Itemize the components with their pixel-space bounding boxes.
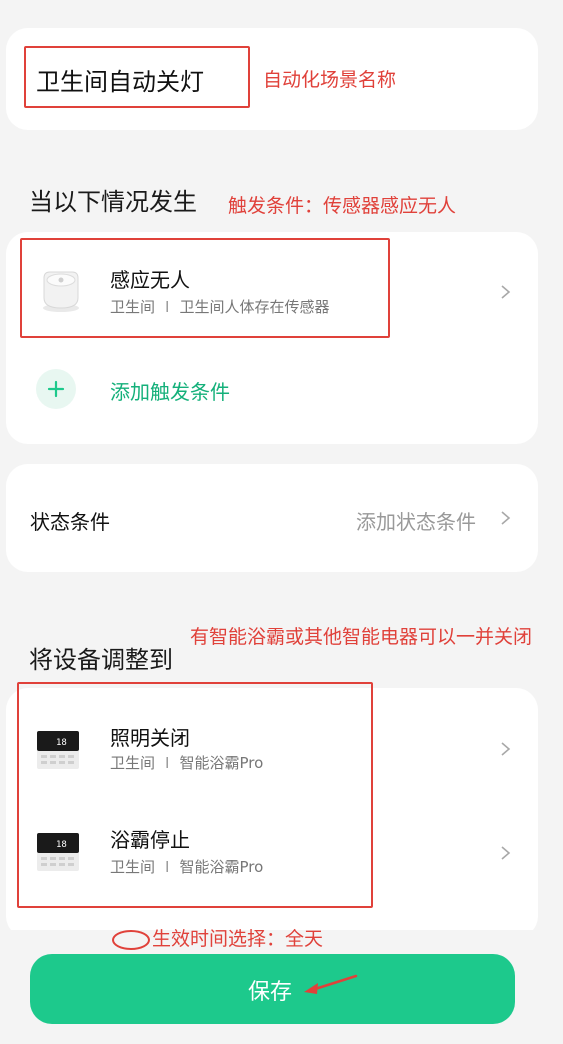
plus-icon (36, 369, 76, 409)
chevron-right-icon (498, 846, 512, 860)
annotation-effective-time: 生效时间选择：全天 (152, 928, 324, 950)
annotation-box-trigger-item (20, 238, 390, 338)
annotation-scene-name: 自动化场景名称 (263, 69, 397, 91)
save-button-label: 保存 (248, 980, 293, 1005)
add-status-condition-label: 添加状态条件 (356, 510, 476, 534)
add-trigger-label: 添加触发条件 (110, 380, 230, 404)
annotation-box-scene-name (24, 46, 250, 108)
annotation-circle (112, 930, 150, 950)
chevron-right-icon (498, 742, 512, 756)
save-button[interactable]: 保存 (30, 954, 515, 1024)
annotation-arrow-icon (300, 972, 360, 998)
chevron-right-icon (498, 285, 512, 299)
actions-section-title: 将设备调整到 (29, 646, 173, 674)
add-trigger-button[interactable]: 添加触发条件 (36, 366, 296, 412)
status-conditions-label: 状态条件 (30, 510, 110, 534)
annotation-trigger: 触发条件：传感器感应无人 (228, 195, 457, 217)
annotation-box-actions (17, 682, 373, 908)
chevron-right-icon (498, 511, 512, 525)
status-conditions-card[interactable]: 状态条件 添加状态条件 (6, 464, 538, 572)
annotation-actions: 有智能浴霸或其他智能电器可以一并关闭 (190, 626, 533, 648)
trigger-section-title: 当以下情况发生 (29, 188, 197, 216)
